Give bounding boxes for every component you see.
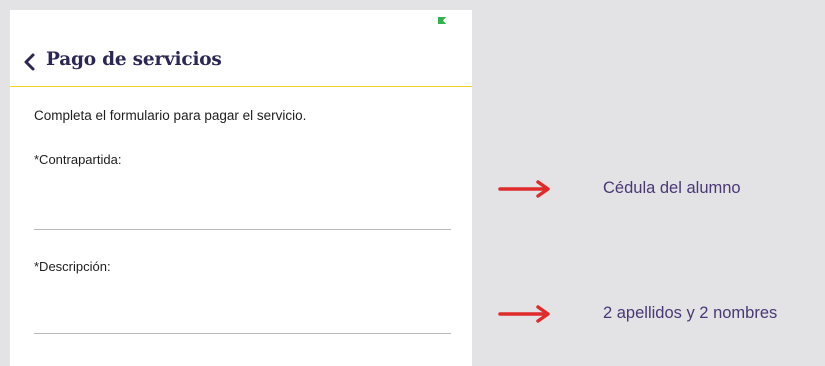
arrow-right-icon	[498, 305, 556, 323]
contrapartida-label: *Contrapartida:	[34, 152, 122, 167]
descripcion-label: *Descripción:	[34, 259, 111, 274]
stage: Pago de servicios Completa el formulario…	[0, 0, 825, 366]
app-header: Pago de servicios	[10, 35, 472, 87]
arrow-right-icon	[498, 180, 556, 198]
annotation-apellidos-nombres: 2 apellidos y 2 nombres	[603, 304, 778, 322]
page-title: Pago de servicios	[46, 49, 222, 70]
phone-screen: Pago de servicios Completa el formulario…	[10, 10, 472, 366]
chevron-left-icon[interactable]	[20, 51, 40, 73]
flag-icon	[438, 17, 446, 24]
annotation-cedula: Cédula del alumno	[603, 179, 741, 197]
form-intro-text: Completa el formulario para pagar el ser…	[34, 108, 307, 123]
contrapartida-input[interactable]	[34, 204, 451, 230]
descripcion-input[interactable]	[34, 308, 451, 334]
